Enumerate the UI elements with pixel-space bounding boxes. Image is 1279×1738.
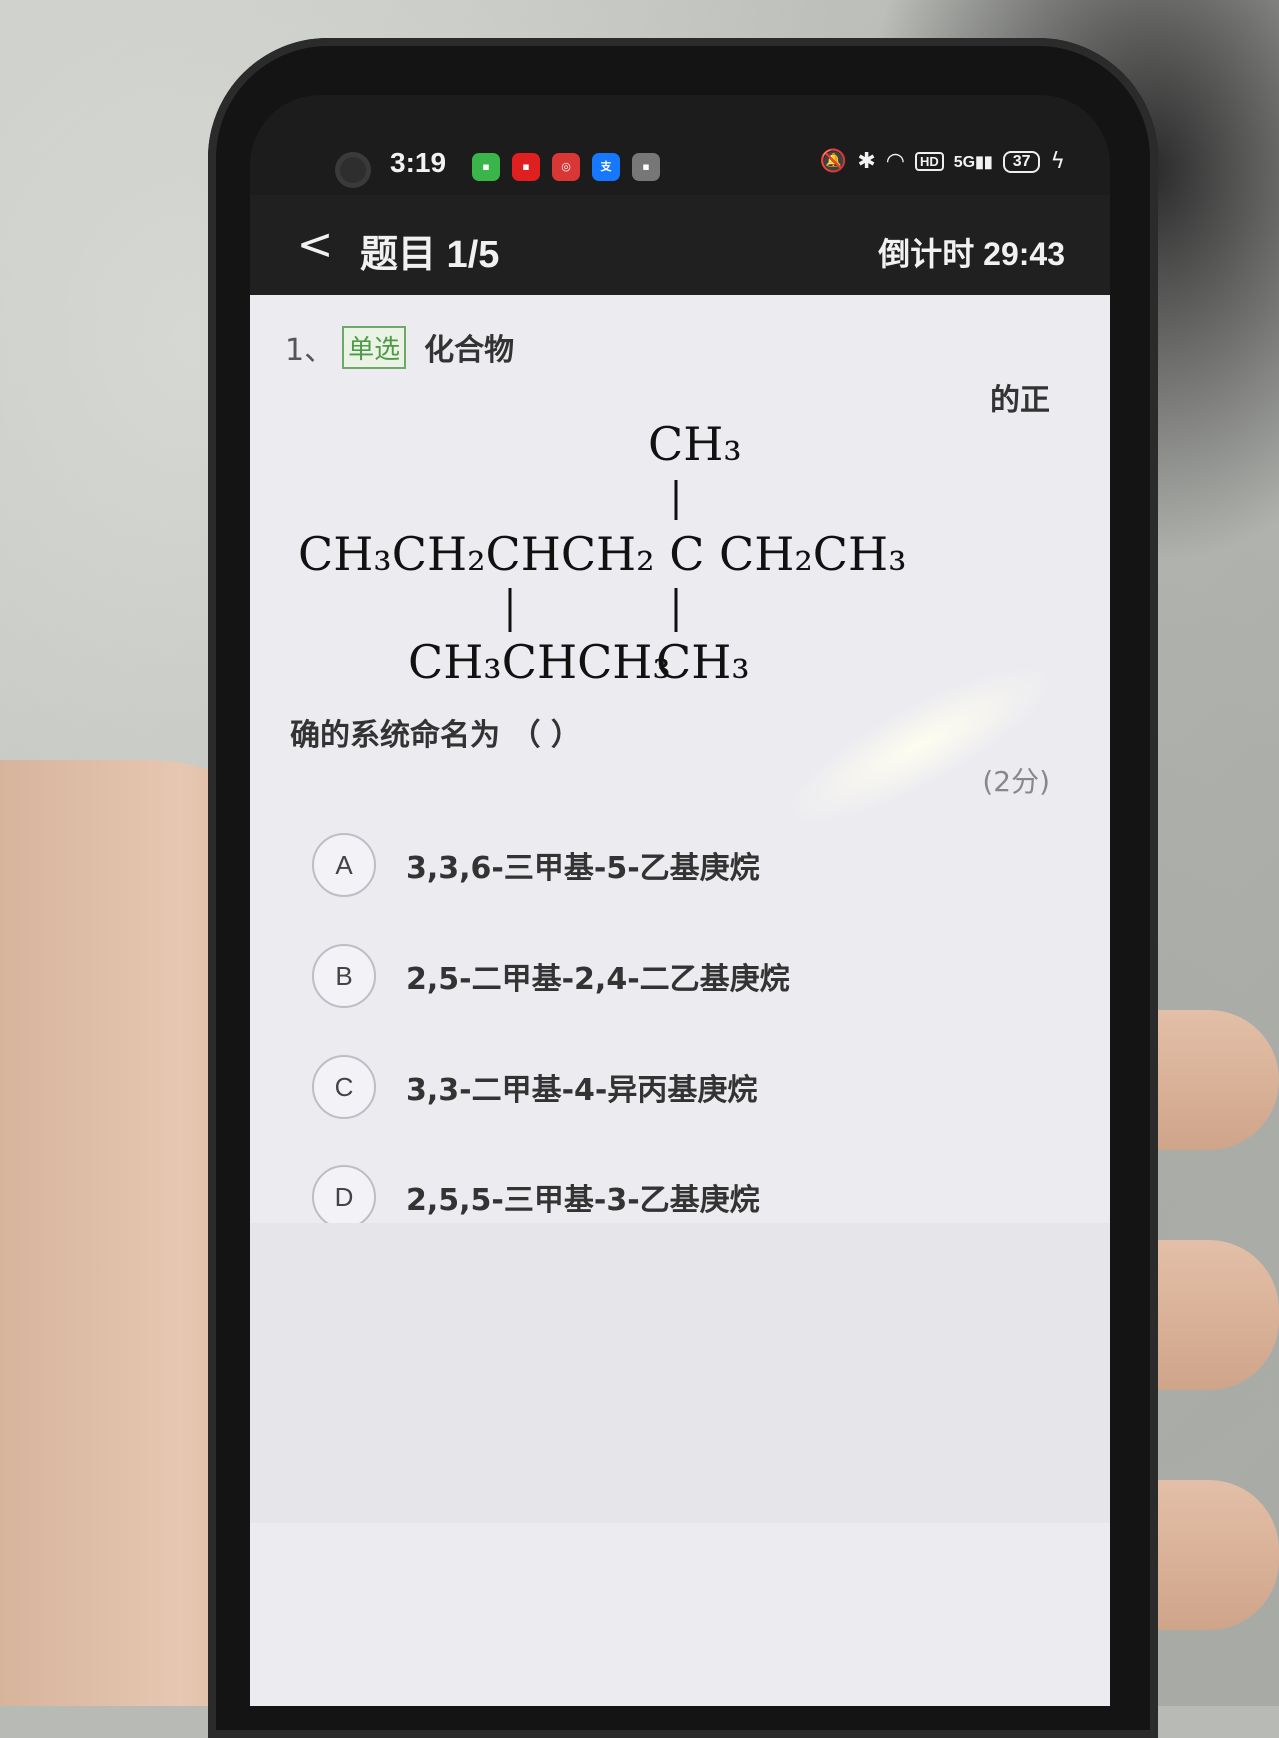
option-letter: C bbox=[312, 1055, 376, 1119]
question-text-cont: 的正 bbox=[990, 383, 1050, 418]
question-text-end: 确的系统命名为 （ ） bbox=[290, 718, 581, 753]
battery-indicator: 37 bbox=[1002, 150, 1041, 173]
alipay-icon: 支 bbox=[592, 153, 620, 181]
status-right-group: 🔕 ✱ ◠ HD 5G▮▮ 37 ϟ bbox=[820, 149, 1065, 174]
mute-icon: 🔕 bbox=[819, 149, 848, 174]
option-a[interactable]: A 3,3,6-三甲基-5-乙基庚烷 bbox=[312, 832, 1012, 898]
app-icon-red: ▪ bbox=[512, 153, 540, 181]
wechat-icon: ▪ bbox=[472, 153, 500, 181]
formula-main-chain: CH₃CH₂CHCH₂ C CH₂CH₃ bbox=[298, 527, 907, 581]
option-text: 3,3,6-三甲基-5-乙基庚烷 bbox=[406, 851, 760, 886]
blank-lower-area bbox=[250, 1223, 1110, 1523]
question-score: (2分) bbox=[982, 765, 1050, 798]
question-header: 1、 单选 化合物 bbox=[285, 325, 514, 369]
nav-bar: < 题目 1/5 倒计时 29:43 bbox=[250, 195, 1110, 295]
option-letter: A bbox=[312, 833, 376, 897]
status-bar: 3:19 ▪ ▪ ◎ 支 ▪ 🔕 ✱ ◠ HD 5G▮▮ 37 ϟ bbox=[250, 95, 1110, 195]
phone-screen: 3:19 ▪ ▪ ◎ 支 ▪ 🔕 ✱ ◠ HD 5G▮▮ 37 ϟ < 题目 1… bbox=[250, 95, 1110, 1706]
camera-icon bbox=[335, 152, 371, 188]
formula-bottom-right: CH₃ bbox=[656, 635, 750, 689]
status-time: 3:19 bbox=[390, 147, 447, 178]
question-text-start: 化合物 bbox=[424, 333, 515, 368]
option-c[interactable]: C 3,3-二甲基-4-异丙基庚烷 bbox=[312, 1054, 1012, 1120]
formula-bottom-left: CH₃CHCH₃ bbox=[408, 635, 671, 689]
bluetooth-icon: ✱ bbox=[857, 149, 876, 174]
option-b[interactable]: B 2,5-二甲基-2,4-二乙基庚烷 bbox=[312, 943, 1012, 1009]
structural-formula: CH₃ CH₃CH₂CHCH₂ C CH₂CH₃ CH₃CHCH₃ CH₃ bbox=[298, 417, 907, 689]
option-d[interactable]: D 2,5,5-三甲基-3-乙基庚烷 bbox=[312, 1164, 1012, 1230]
option-letter: D bbox=[312, 1165, 376, 1229]
app-icon-target: ◎ bbox=[552, 153, 580, 181]
countdown-timer: 倒计时 29:43 bbox=[878, 236, 1065, 272]
network-type: 5G bbox=[953, 153, 976, 171]
charging-icon: ϟ bbox=[1050, 149, 1065, 174]
question-index: 1、 bbox=[285, 333, 335, 368]
question-type-badge: 单选 bbox=[342, 325, 407, 369]
hd-badge: HD bbox=[914, 152, 944, 171]
app-icon-gray: ▪ bbox=[632, 153, 660, 181]
back-button[interactable]: < bbox=[290, 220, 340, 270]
option-text: 2,5,5-三甲基-3-乙基庚烷 bbox=[406, 1183, 760, 1218]
signal-icon: 5G▮▮ bbox=[953, 153, 993, 171]
option-text: 2,5-二甲基-2,4-二乙基庚烷 bbox=[406, 962, 790, 997]
back-icon: < bbox=[296, 219, 334, 270]
option-letter: B bbox=[312, 944, 376, 1008]
option-text: 3,3-二甲基-4-异丙基庚烷 bbox=[406, 1073, 758, 1108]
wifi-icon: ◠ bbox=[885, 149, 905, 174]
nav-title: 题目 1/5 bbox=[360, 234, 500, 276]
formula-top-branch: CH₃ bbox=[648, 417, 742, 471]
